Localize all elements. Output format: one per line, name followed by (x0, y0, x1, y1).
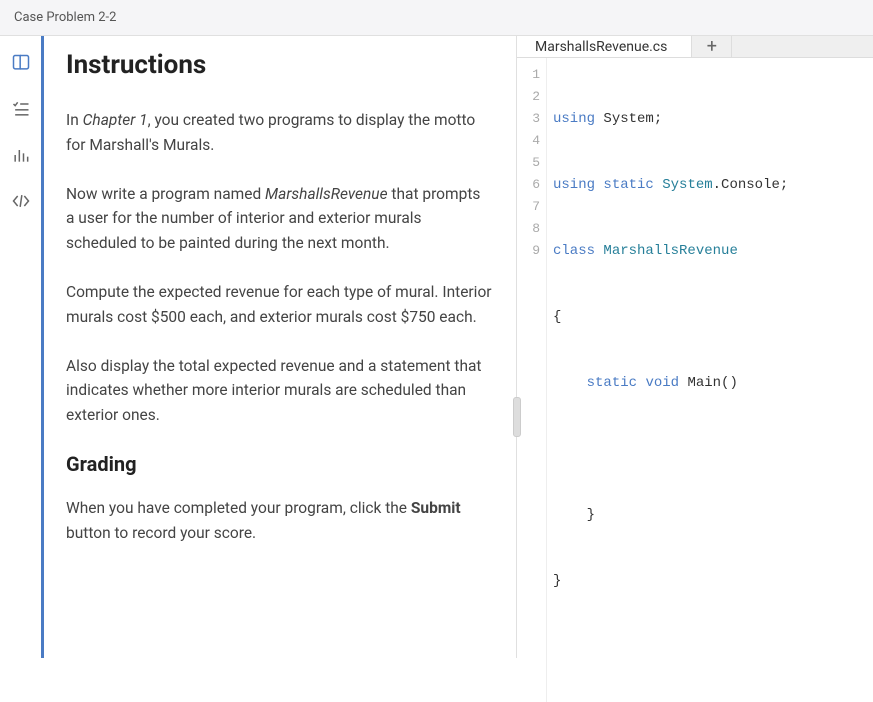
tab-file[interactable]: MarshallsRevenue.cs (517, 36, 692, 57)
tok: using (553, 177, 595, 193)
tok: } (553, 573, 561, 589)
code-line: static void Main() (553, 372, 873, 394)
p2-name: MarshallsRevenue (265, 185, 388, 203)
instructions-p4: Also display the total expected revenue … (66, 354, 492, 428)
instructions-p2: Now write a program named MarshallsReven… (66, 182, 492, 256)
tok: MarshallsRevenue (595, 243, 738, 259)
tok: System; (595, 111, 662, 127)
p2-prefix: Now write a program named (66, 185, 265, 203)
gutter-line: 1 (517, 64, 540, 86)
checklist-icon[interactable] (10, 98, 32, 120)
code-line: { (553, 306, 873, 328)
tok: static (587, 375, 637, 391)
code-line: class MarshallsRevenue (553, 240, 873, 262)
tok: static (603, 177, 653, 193)
gutter-line: 6 (517, 174, 540, 196)
code-editor[interactable]: 1 2 3 4 5 6 7 8 9 using System; using st… (517, 58, 873, 702)
panel-resizer[interactable] (513, 397, 521, 437)
gutter-line: 4 (517, 130, 540, 152)
gutter-line: 2 (517, 86, 540, 108)
line-gutter: 1 2 3 4 5 6 7 8 9 (517, 58, 547, 702)
code-line (553, 438, 873, 460)
code-line: } (553, 570, 873, 592)
tok: { (553, 309, 561, 325)
tok: using (553, 111, 595, 127)
instructions-p3: Compute the expected revenue for each ty… (66, 280, 492, 330)
gutter-line: 7 (517, 196, 540, 218)
p5-prefix: When you have completed your program, cl… (66, 499, 411, 517)
main-container: Instructions In Chapter 1, you created t… (0, 36, 873, 658)
instructions-title: Instructions (66, 50, 492, 80)
grading-title: Grading (66, 452, 492, 476)
tok: void (645, 375, 679, 391)
header-bar: Case Problem 2-2 (0, 0, 873, 36)
editor-panel: MarshallsRevenue.cs + 1 2 3 4 5 6 7 8 9 (516, 36, 873, 658)
plus-icon: + (707, 36, 717, 57)
p1-prefix: In (66, 111, 83, 129)
gutter-line: 5 (517, 152, 540, 174)
gutter-line: 8 (517, 218, 540, 240)
content-area: Instructions In Chapter 1, you created t… (42, 36, 873, 658)
tok: } (553, 507, 595, 523)
instructions-p5: When you have completed your program, cl… (66, 496, 492, 546)
p5-suffix: button to record your score. (66, 524, 256, 542)
tab-add-button[interactable]: + (692, 36, 732, 57)
p5-submit: Submit (411, 499, 461, 517)
instructions-p1: In Chapter 1, you created two programs t… (66, 108, 492, 158)
tab-label: MarshallsRevenue.cs (535, 39, 667, 55)
tabs-bar: MarshallsRevenue.cs + (517, 36, 873, 58)
instructions-panel: Instructions In Chapter 1, you created t… (41, 36, 516, 658)
tok: class (553, 243, 595, 259)
code-icon[interactable] (10, 190, 32, 212)
p1-chapter: Chapter 1 (83, 111, 148, 129)
book-icon[interactable] (10, 52, 32, 74)
sidebar (0, 36, 42, 658)
chart-icon[interactable] (10, 144, 32, 166)
tok: .Console; (713, 177, 789, 193)
tok: Main() (679, 375, 738, 391)
page-title: Case Problem 2-2 (14, 10, 116, 25)
code-line: } (553, 504, 873, 526)
code-lines[interactable]: using System; using static System.Consol… (547, 58, 873, 702)
code-line: using static System.Console; (553, 174, 873, 196)
tok (553, 375, 587, 391)
gutter-line: 3 (517, 108, 540, 130)
code-line: using System; (553, 108, 873, 130)
code-line (553, 636, 873, 658)
tok: System (654, 177, 713, 193)
gutter-line: 9 (517, 240, 540, 262)
